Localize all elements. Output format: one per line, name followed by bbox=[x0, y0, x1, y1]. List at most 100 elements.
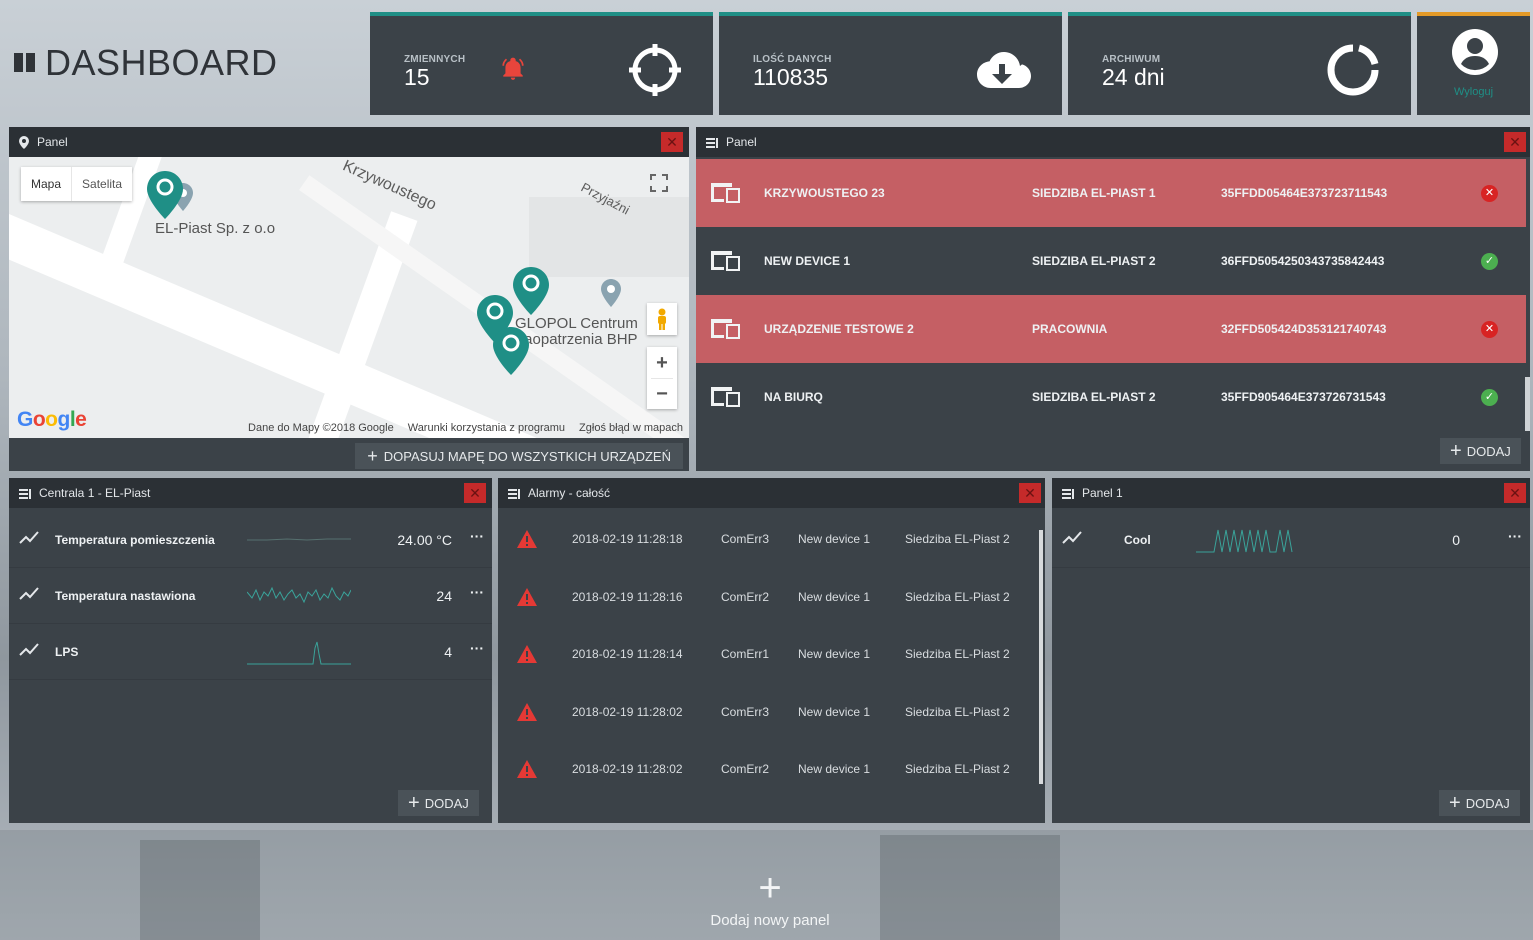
fullscreen-icon bbox=[650, 174, 668, 192]
more-options-button[interactable]: ··· bbox=[470, 584, 484, 600]
sensor-add-label: DODAJ bbox=[424, 795, 469, 811]
sparkline bbox=[1196, 529, 1293, 553]
map-terms-link[interactable]: Warunki korzystania z programu bbox=[408, 422, 565, 434]
device-site: SIEDZIBA EL-PIAST 2 bbox=[1032, 254, 1156, 268]
plus-icon: + bbox=[1450, 440, 1462, 462]
warning-icon bbox=[517, 760, 537, 778]
crosshair-icon bbox=[629, 44, 681, 96]
alarm-row[interactable]: 2018-02-19 11:28:02 ComErr2 New device 1 Si… bbox=[498, 740, 1038, 797]
sensor-row[interactable]: LPS 4 ··· bbox=[9, 624, 492, 680]
more-options-button[interactable]: ··· bbox=[470, 528, 484, 544]
device-row[interactable]: URZĄDZENIE TESTOWE 2 PRACOWNIA 32FFD505424… bbox=[696, 295, 1526, 363]
trend-line-icon bbox=[19, 531, 39, 544]
device-id: 35FFD905464E373726731543 bbox=[1221, 390, 1386, 404]
device-site: PRACOWNIA bbox=[1032, 322, 1108, 336]
sensor-value: 24 bbox=[436, 588, 452, 604]
map-marker-icon[interactable] bbox=[493, 327, 529, 375]
map-report-link[interactable]: Zgłoś błąd w mapach bbox=[579, 422, 683, 434]
sensor-value: 24.00 °C bbox=[397, 532, 452, 548]
street-view-button[interactable] bbox=[647, 303, 677, 335]
stat-data-count[interactable]: ILOŚĆ DANYCH 110835 bbox=[719, 12, 1062, 115]
map-marker-icon[interactable] bbox=[513, 267, 549, 315]
device-add-button[interactable]: + DODAJ bbox=[1440, 438, 1521, 464]
scrollbar[interactable] bbox=[1525, 377, 1530, 431]
device-icon bbox=[711, 251, 740, 271]
map-canvas[interactable]: Krzywoustego Przyjaźni Mapa Satelita EL-… bbox=[9, 157, 689, 438]
map-marker-icon[interactable] bbox=[601, 279, 621, 307]
alarm-code: ComErr2 bbox=[721, 589, 770, 604]
map-type-satellite[interactable]: Satelita bbox=[71, 167, 132, 201]
scrollbar[interactable] bbox=[1039, 530, 1043, 784]
device-panel-close-button[interactable]: ✕ bbox=[1504, 132, 1526, 152]
panel1-add-button[interactable]: + DODAJ bbox=[1439, 790, 1520, 816]
sensor-row[interactable]: Temperatura pomieszczenia 24.00 °C ··· bbox=[9, 512, 492, 568]
fit-map-label: DOPASUJ MAPĘ DO WSZYSTKICH URZĄDZEŃ bbox=[383, 448, 671, 464]
alarm-time: 2018-02-19 11:28:02 bbox=[572, 704, 683, 719]
sensor-name: Temperatura nastawiona bbox=[55, 589, 196, 603]
refresh-icon bbox=[1327, 44, 1379, 96]
stat-variables[interactable]: ZMIENNYCH 15 bbox=[370, 12, 713, 115]
device-id: 35FFDD05464E373723711543 bbox=[1221, 186, 1388, 200]
device-name: NEW DEVICE 1 bbox=[764, 254, 851, 268]
panel1-header: Panel 1 ✕ bbox=[1052, 478, 1530, 508]
stat-data-count-value: 110835 bbox=[753, 64, 829, 90]
map-type-map[interactable]: Mapa bbox=[21, 167, 71, 201]
place-label: EL-Piast Sp. z o.o bbox=[155, 220, 276, 237]
device-name: URZĄDZENIE TESTOWE 2 bbox=[764, 322, 914, 336]
more-options-button[interactable]: ··· bbox=[470, 640, 484, 656]
more-options-button[interactable]: ··· bbox=[1508, 528, 1522, 544]
bell-icon[interactable] bbox=[500, 56, 526, 82]
alarm-row[interactable]: 2018-02-19 11:28:14 ComErr1 New device 1 Si… bbox=[498, 625, 1038, 682]
device-row[interactable]: NA BIURQ SIEDZIBA EL-PIAST 2 35FFD905464E3… bbox=[696, 363, 1526, 431]
panel1: Panel 1 ✕ Cool 0 ··· + DODAJ bbox=[1052, 478, 1530, 823]
alarm-row[interactable]: 2018-02-19 11:28:18 ComErr3 New device 1 Si… bbox=[498, 510, 1038, 567]
ok-status-icon: ✓ bbox=[1481, 389, 1498, 406]
alarm-device: New device 1 bbox=[798, 532, 871, 546]
plus-icon: + bbox=[367, 445, 378, 466]
device-panel-header: Panel ✕ bbox=[696, 127, 1530, 157]
alarm-row[interactable]: 2018-02-19 11:28:02 ComErr3 New device 1 Si… bbox=[498, 683, 1038, 740]
sensor-name: Temperatura pomieszczenia bbox=[55, 533, 215, 547]
list-icon bbox=[19, 488, 31, 499]
list-icon bbox=[1062, 488, 1074, 499]
map-marker-icon[interactable] bbox=[147, 171, 183, 219]
plus-icon: + bbox=[408, 792, 420, 814]
add-new-panel-button[interactable]: + Dodaj nowy panel bbox=[690, 868, 850, 929]
sensor-panel-header: Centrala 1 - EL-Piast ✕ bbox=[9, 478, 492, 508]
device-icon bbox=[711, 183, 740, 203]
alarm-code: ComErr2 bbox=[721, 762, 770, 776]
sparkline bbox=[247, 641, 351, 665]
alarm-site: Siedziba EL-Piast 2 bbox=[905, 589, 1010, 604]
sensor-row[interactable]: Temperatura nastawiona 24 ··· bbox=[9, 568, 492, 624]
map-panel-close-button[interactable]: ✕ bbox=[661, 132, 683, 152]
sensor-add-button[interactable]: + DODAJ bbox=[398, 790, 479, 816]
logout-button[interactable]: Wyloguj bbox=[1417, 12, 1530, 115]
sensor-name: LPS bbox=[55, 645, 79, 659]
dashboard-grid-icon bbox=[14, 52, 35, 74]
place-label: Zaopatrzenia BHP bbox=[515, 331, 638, 348]
map-footer: Dane do Mapy ©2018 Google Warunki korzys… bbox=[248, 422, 683, 434]
logout-label: Wyloguj bbox=[1453, 86, 1494, 98]
sensor-name: Cool bbox=[1124, 533, 1151, 547]
zoom-out-button[interactable]: − bbox=[656, 379, 668, 409]
panel1-close-button[interactable]: ✕ bbox=[1504, 483, 1526, 503]
stat-archive[interactable]: ARCHIWUM 24 dni bbox=[1068, 12, 1411, 115]
alarm-site: Siedziba EL-Piast 2 bbox=[905, 647, 1010, 661]
sensor-row[interactable]: Cool 0 ··· bbox=[1052, 512, 1530, 568]
device-row[interactable]: KRZYWOUSTEGO 23 SIEDZIBA EL-PIAST 1 35FFDD… bbox=[696, 159, 1526, 227]
panel1-add-label: DODAJ bbox=[1465, 795, 1510, 811]
fullscreen-button[interactable] bbox=[643, 167, 675, 199]
alarm-row[interactable]: 2018-02-19 11:28:16 ComErr2 New device 1 Si… bbox=[498, 568, 1038, 625]
alarm-panel-close-button[interactable]: ✕ bbox=[1019, 483, 1041, 503]
google-logo: Google bbox=[17, 408, 87, 431]
alarm-site: Siedziba EL-Piast 2 bbox=[905, 762, 1010, 776]
fit-map-button[interactable]: + DOPASUJ MAPĘ DO WSZYSTKICH URZĄDZEŃ bbox=[355, 443, 683, 469]
device-id: 36FFD5054250343735842443 bbox=[1221, 254, 1385, 268]
alarm-device: New device 1 bbox=[798, 704, 871, 719]
alarm-device: New device 1 bbox=[798, 647, 871, 661]
sensor-panel-close-button[interactable]: ✕ bbox=[464, 483, 486, 503]
device-row[interactable]: NEW DEVICE 1 SIEDZIBA EL-PIAST 2 36FFD5054… bbox=[696, 227, 1526, 295]
pegman-icon bbox=[658, 308, 666, 330]
zoom-in-button[interactable]: + bbox=[656, 348, 668, 378]
cloud-download-icon bbox=[977, 52, 1031, 88]
